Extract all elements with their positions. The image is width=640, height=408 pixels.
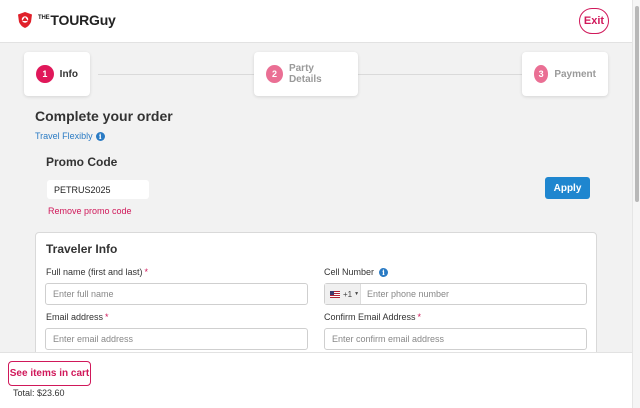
confirm-email-label: Confirm Email Address * — [324, 312, 421, 322]
info-icon[interactable]: i — [379, 267, 389, 277]
apply-promo-button[interactable]: Apply — [545, 177, 590, 199]
logo-name: TOURGuy — [50, 12, 116, 28]
full-name-label: Full name (first and last) * — [46, 267, 148, 277]
confirm-email-label-text: Confirm Email Address — [324, 312, 416, 322]
step-connector — [358, 74, 522, 75]
step-label: Payment — [554, 68, 596, 80]
header: THETOURGuy Exit — [0, 0, 632, 43]
logo-shield-icon — [18, 12, 32, 28]
travel-flexibly-label: Travel Flexibly — [35, 131, 93, 141]
remove-promo-link[interactable]: Remove promo code — [48, 206, 132, 216]
logo-the: THE — [38, 15, 50, 21]
country-code-select[interactable]: +1 ▼ — [325, 284, 361, 304]
page-title: Complete your order — [35, 108, 173, 124]
step-number: 2 — [266, 65, 283, 83]
info-icon[interactable]: i — [95, 131, 105, 141]
step-label: Party Details — [288, 63, 322, 85]
exit-button[interactable]: Exit — [579, 8, 609, 34]
full-name-label-text: Full name (first and last) — [46, 267, 143, 277]
step-payment[interactable]: 3 Payment — [522, 52, 608, 96]
scrollbar-thumb[interactable] — [635, 6, 639, 202]
cart-footer: See items in cart Total: $23.60 — [0, 352, 632, 408]
traveler-info-title: Traveler Info — [46, 242, 118, 256]
required-mark: * — [417, 312, 422, 322]
travel-flexibly-link[interactable]: Travel Flexibly i — [35, 131, 105, 141]
see-items-in-cart-button[interactable]: See items in cart — [8, 361, 91, 386]
traveler-info-card: Traveler Info Full name (first and last)… — [35, 232, 597, 372]
step-number: 3 — [534, 65, 549, 83]
promo-code-input[interactable] — [47, 180, 149, 199]
phone-input[interactable] — [361, 284, 586, 304]
step-label: Info — [59, 68, 78, 80]
phone-field: +1 ▼ — [324, 283, 587, 305]
cell-number-label-text: Cell Number — [324, 267, 375, 277]
cart-total: Total: $23.60 — [13, 388, 65, 398]
scrollbar[interactable] — [632, 0, 640, 408]
email-input[interactable] — [45, 328, 308, 350]
step-number: 1 — [36, 65, 54, 83]
promo-code-title: Promo Code — [46, 155, 118, 169]
full-name-input[interactable] — [45, 283, 308, 305]
country-code: +1 — [343, 289, 353, 299]
logo[interactable]: THETOURGuy — [16, 11, 116, 29]
required-mark: * — [144, 267, 149, 277]
chevron-down-icon: ▼ — [354, 291, 360, 297]
step-connector — [98, 74, 254, 75]
checkout-stepper: 1 Info 2 Party Details 3 Payment — [24, 52, 608, 96]
step-party-details[interactable]: 2 Party Details — [254, 52, 358, 96]
confirm-email-input[interactable] — [324, 328, 587, 350]
email-label: Email address * — [46, 312, 109, 322]
us-flag-icon — [330, 290, 340, 298]
required-mark: * — [105, 312, 109, 322]
step-info[interactable]: 1 Info — [24, 52, 90, 96]
logo-text: THETOURGuy — [38, 12, 116, 28]
cell-number-label: Cell Number i — [324, 267, 389, 277]
email-label-text: Email address — [46, 312, 104, 322]
